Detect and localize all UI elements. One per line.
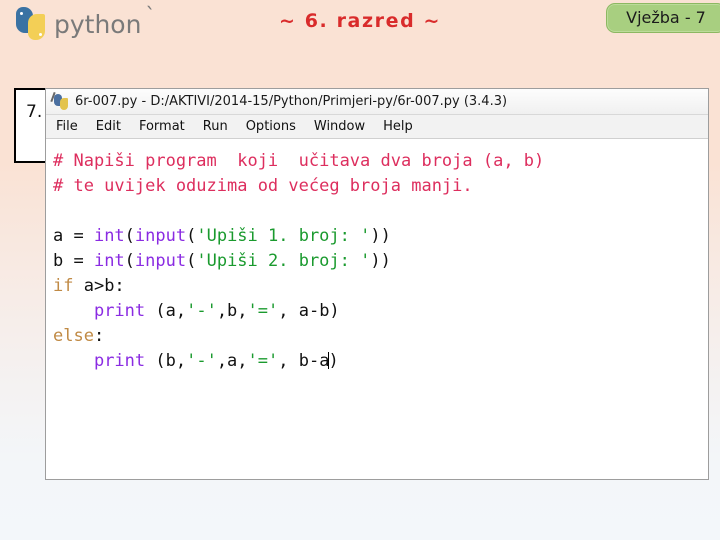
code-line: # te uvijek oduzima od većeg broja manji… [53,174,708,199]
code-token-string: '-' [186,301,217,321]
code-token-plain: )) [370,226,391,246]
code-token-comment: # te uvijek oduzima od većeg broja manji… [53,176,473,196]
code-token-builtin: int [93,226,125,246]
code-token-plain: , a-b) [278,301,340,321]
code-token-builtin: print [93,351,146,371]
code-line: else: [53,324,708,349]
idle-menubar[interactable]: File Edit Format Run Options Window Help [46,115,708,139]
code-token-plain: a>b: [73,276,125,296]
code-token-plain: ,b, [216,301,248,321]
code-token-plain: ( [186,226,197,246]
menu-item-help[interactable]: Help [383,119,413,134]
code-token-string: '-' [186,351,217,371]
item-number-label: 7. [26,102,43,122]
idle-python-file-icon [50,91,69,110]
idle-titlebar: 6r-007.py - D:/AKTIVI/2014-15/Python/Pri… [46,89,708,115]
code-token-string: '=' [247,301,279,321]
code-token-builtin: input [134,226,187,246]
code-line: # Napiši program koji učitava dva broja … [53,149,708,174]
menu-item-edit[interactable]: Edit [96,119,121,134]
code-token-plain: ( [186,251,197,271]
code-token-string: '=' [247,351,279,371]
code-token-plain: , b-a [278,351,330,371]
code-token-plain: (a, [145,301,187,321]
code-token-comment: # Napiši program koji učitava dva broja … [53,151,545,171]
code-token-plain: ( [124,251,135,271]
code-token-plain: : [93,326,105,346]
code-token-plain: ) [328,351,339,371]
code-token-string: 'Upiši 2. broj: ' [196,251,371,271]
code-token-keyword: if [53,276,74,296]
code-line: print (a,'-',b,'=', a-b) [53,299,708,324]
slide-header: python ` ~ 6. razred ~ Vježba - 7 [0,0,720,60]
code-token-plain: ,a, [216,351,248,371]
idle-window-title: 6r-007.py - D:/AKTIVI/2014-15/Python/Pri… [75,94,508,109]
code-token-keyword: else [53,326,94,346]
code-token-string: 'Upiši 1. broj: ' [196,226,371,246]
menu-item-file[interactable]: File [56,119,78,134]
code-token-plain: )) [370,251,391,271]
code-token-builtin: int [93,251,125,271]
code-token-plain: (b, [145,351,187,371]
menu-item-window[interactable]: Window [314,119,365,134]
code-line: print (b,'-',a,'=', b-a) [53,349,708,374]
code-line: b = int(input('Upiši 2. broj: ')) [53,249,708,274]
code-line: a = int(input('Upiši 1. broj: ')) [53,224,708,249]
menu-item-run[interactable]: Run [203,119,228,134]
idle-code-text[interactable]: # Napiši program koji učitava dva broja … [53,149,708,374]
code-token-plain: ( [124,226,135,246]
idle-code-area[interactable]: # Napiši program koji učitava dva broja … [46,139,708,478]
code-token-builtin: print [93,301,146,321]
lesson-badge: Vježba - 7 [606,3,720,33]
menu-item-options[interactable]: Options [246,119,296,134]
code-token-plain: b = [53,251,94,271]
code-token-plain: a = [53,226,94,246]
code-token-builtin: input [134,251,187,271]
idle-editor-window: 6r-007.py - D:/AKTIVI/2014-15/Python/Pri… [45,88,709,480]
code-line: if a>b: [53,274,708,299]
menu-item-format[interactable]: Format [139,119,185,134]
